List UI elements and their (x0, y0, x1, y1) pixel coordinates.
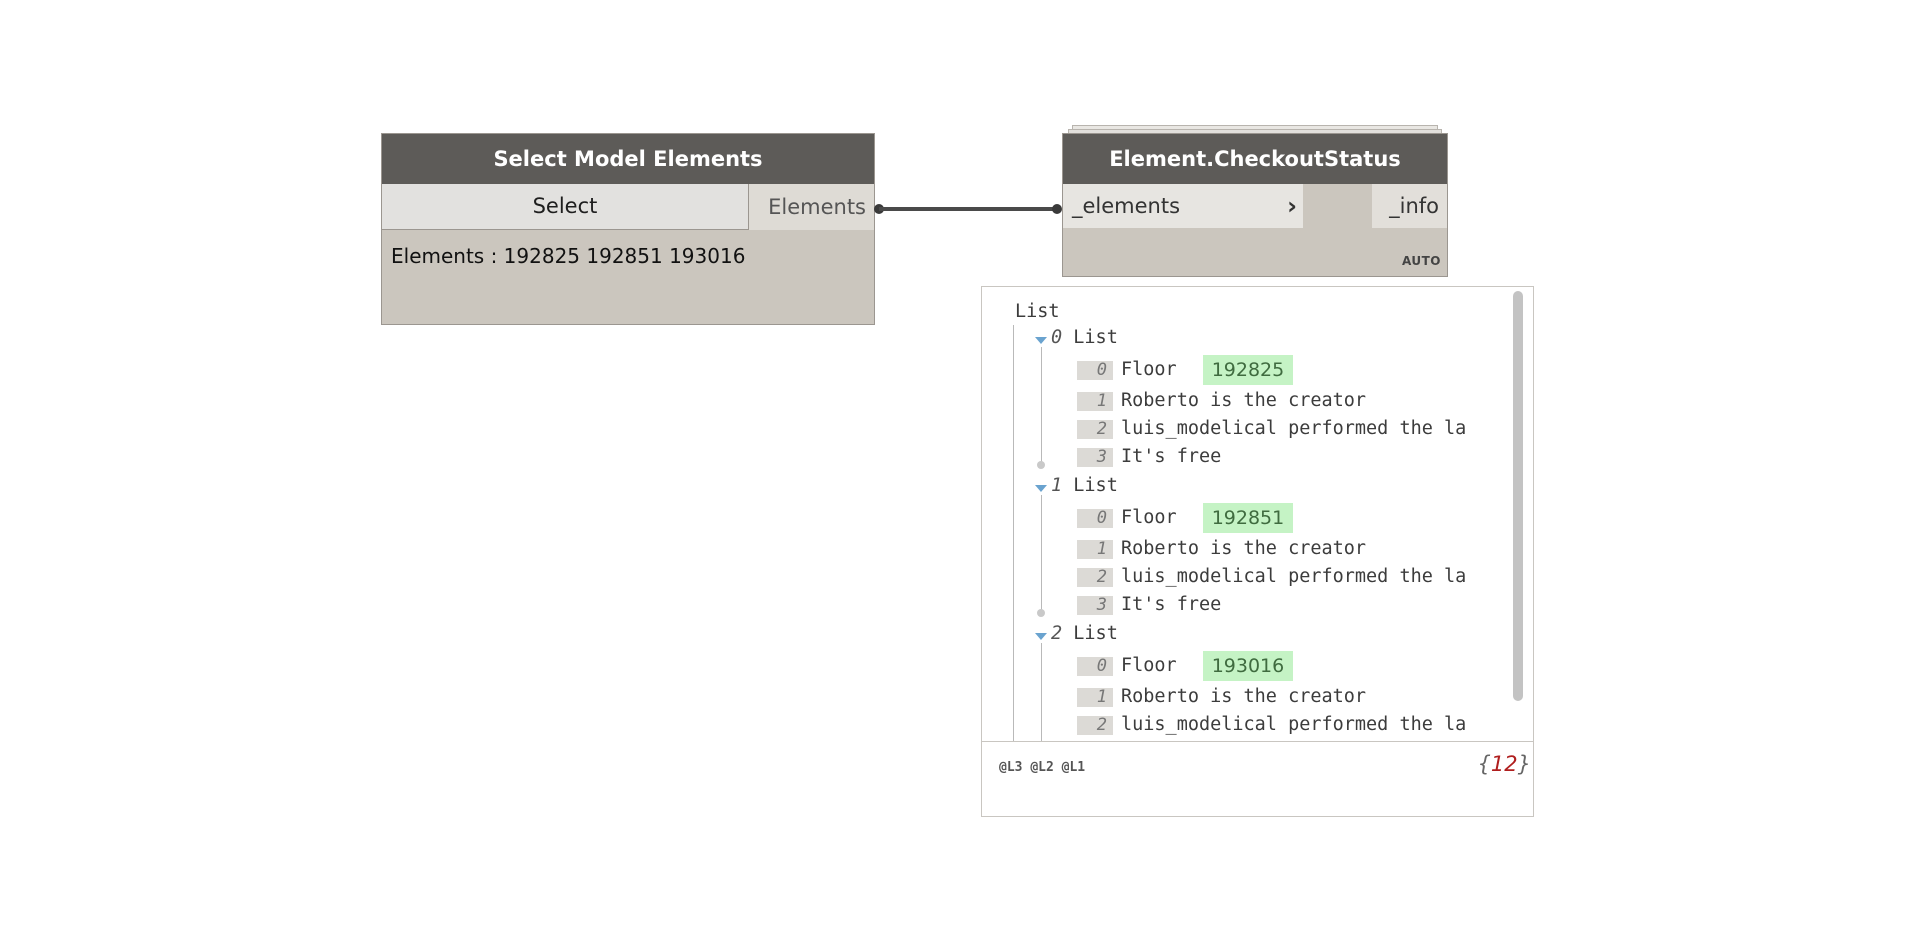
list-item: 2 luis_modelical performed the la (1077, 416, 1466, 442)
item-count: {12} (1478, 752, 1531, 776)
element-id-badge[interactable]: 192825 (1202, 355, 1294, 385)
connector-wire[interactable] (874, 203, 1062, 215)
item-index: 2 (1077, 567, 1113, 587)
element-id-badge[interactable]: 193016 (1202, 651, 1294, 681)
tree-root-label: List (1015, 301, 1060, 322)
wire-end-dot (1052, 204, 1062, 214)
input-port-elements[interactable]: _elements › (1063, 184, 1303, 228)
list-label: List (1073, 475, 1118, 496)
item-index: 3 (1077, 447, 1113, 467)
list-levels: @L3 @L2 @L1 (999, 760, 1085, 775)
selected-elements-text: Elements : 192825 192851 193016 (391, 244, 746, 268)
item-index: 1 (1077, 391, 1113, 411)
count-brace-open: { (1477, 752, 1491, 776)
count-brace-close: } (1517, 752, 1531, 776)
item-index: 2 (1077, 419, 1113, 439)
item-text: Roberto is the creator (1121, 686, 1367, 707)
lacing-indicator[interactable]: AUTO (1402, 254, 1441, 268)
item-text: luis_modelical performed the la (1121, 566, 1467, 587)
list-item: 0 Floor 193016 (1077, 651, 1294, 681)
item-index: 0 (1077, 656, 1113, 676)
input-port-label: _elements (1072, 194, 1181, 218)
tree-end-dot (1037, 461, 1045, 469)
item-text: Floor (1121, 655, 1177, 676)
triangle-down-icon[interactable] (1035, 484, 1047, 492)
item-text: luis_modelical performed the la (1121, 714, 1467, 735)
list-item: 0 Floor 192825 (1077, 355, 1294, 385)
preview-tree[interactable]: List 0 List 0 Floor 192825 1 Roberto is the… (982, 287, 1517, 741)
list-label: List (1073, 327, 1118, 348)
vertical-scrollbar[interactable] (1513, 291, 1523, 701)
output-port-elements[interactable]: Elements (749, 184, 874, 230)
list-item: 1 Roberto is the creator (1077, 684, 1366, 710)
list-index: 1 (1051, 475, 1063, 496)
item-index: 3 (1077, 595, 1113, 615)
tree-guide-line (1041, 347, 1042, 465)
item-text: Floor (1121, 359, 1177, 380)
node-title[interactable]: Select Model Elements (382, 134, 874, 184)
select-button[interactable]: Select (382, 184, 749, 230)
item-index: 0 (1077, 360, 1113, 380)
item-text: Floor (1121, 507, 1177, 528)
level-tag[interactable]: @L2 (1030, 760, 1053, 775)
preview-footer: @L3 @L2 @L1 {12} (982, 741, 1533, 816)
item-text: luis_modelical performed the la (1121, 418, 1467, 439)
triangle-down-icon[interactable] (1035, 632, 1047, 640)
item-text: It's free (1121, 594, 1222, 615)
item-text: It's free (1121, 446, 1222, 467)
list-label: List (1073, 623, 1118, 644)
item-index: 1 (1077, 539, 1113, 559)
list-item: 2 luis_modelical performed the la (1077, 712, 1466, 738)
workspace-canvas[interactable]: Select Model Elements Select Elements El… (0, 0, 1920, 940)
item-text: Roberto is the creator (1121, 538, 1367, 559)
count-number: 12 (1490, 752, 1518, 776)
output-port-info[interactable]: _info (1372, 184, 1447, 228)
list-item: 1 Roberto is the creator (1077, 388, 1366, 414)
tree-end-dot (1037, 609, 1045, 617)
list-header[interactable]: 0 List (1035, 325, 1118, 351)
item-text: Roberto is the creator (1121, 390, 1367, 411)
preview-bubble[interactable]: List 0 List 0 Floor 192825 1 Roberto is the… (981, 286, 1534, 817)
node-select-model-elements[interactable]: Select Model Elements Select Elements El… (381, 133, 875, 325)
level-tag[interactable]: @L3 (999, 760, 1022, 775)
tree-guide-line (1041, 495, 1042, 613)
list-index: 2 (1051, 623, 1063, 644)
chevron-right-icon[interactable]: › (1287, 184, 1297, 228)
list-header[interactable]: 1 List (1035, 473, 1118, 499)
list-header[interactable]: 2 List (1035, 621, 1118, 647)
node-element-checkout-status[interactable]: Element.CheckoutStatus _elements › _info… (1062, 133, 1448, 277)
tree-guide-line (1013, 325, 1014, 741)
level-tag[interactable]: @L1 (1062, 760, 1085, 775)
triangle-down-icon[interactable] (1035, 336, 1047, 344)
element-id-badge[interactable]: 192851 (1202, 503, 1294, 533)
list-item: 0 Floor 192851 (1077, 503, 1294, 533)
list-item: 1 Roberto is the creator (1077, 536, 1366, 562)
list-item: 2 luis_modelical performed the la (1077, 564, 1466, 590)
tree-guide-line (1041, 643, 1042, 741)
node-title[interactable]: Element.CheckoutStatus (1063, 134, 1447, 184)
item-index: 0 (1077, 508, 1113, 528)
list-index: 0 (1051, 327, 1063, 348)
item-index: 2 (1077, 715, 1113, 735)
item-index: 1 (1077, 687, 1113, 707)
list-item: 3 It's free (1077, 444, 1221, 470)
list-item: 3 It's free (1077, 592, 1221, 618)
